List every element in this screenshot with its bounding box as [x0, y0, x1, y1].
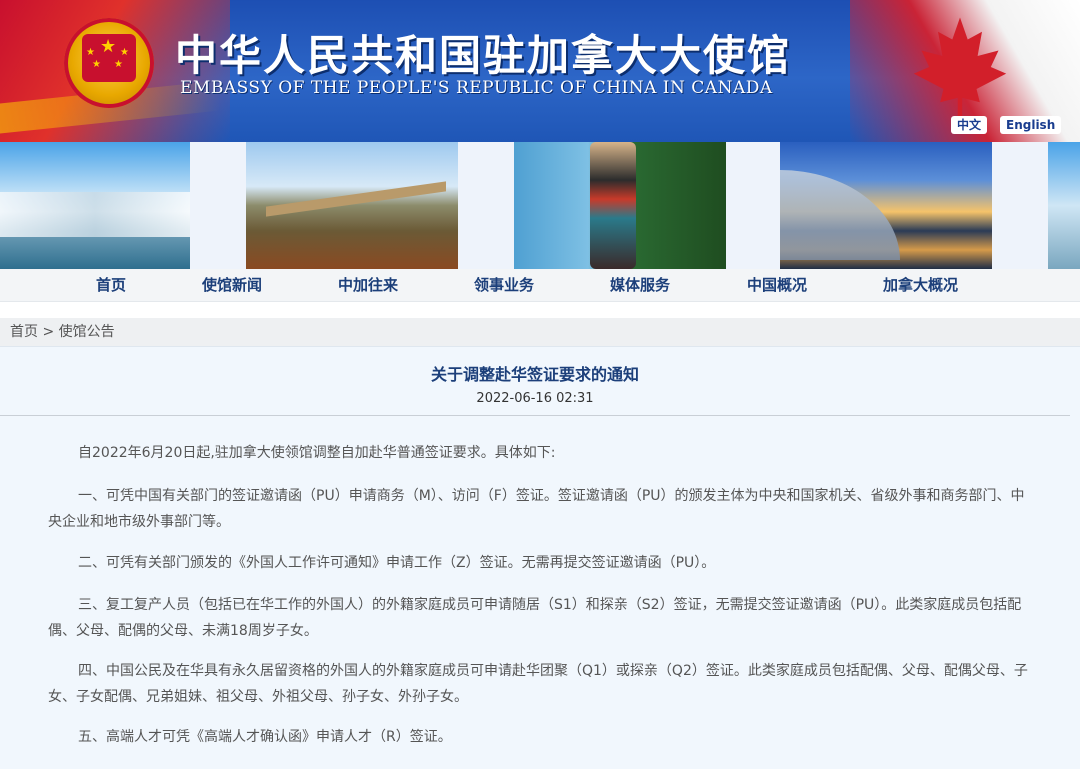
article-paragraph: 自2022年6月20日起,驻加拿大使领馆调整自加赴华普通签证要求。具体如下:	[78, 445, 556, 461]
maple-leaf-icon	[913, 17, 1007, 120]
article-paragraph: 五、高端人才可凭《高端人才确认函》申请人才（R）签证。	[78, 729, 452, 745]
article-paragraph: 二、可凭有关部门颁发的《外国人工作许可通知》申请工作（Z）签证。无需再提交签证邀…	[78, 555, 716, 571]
nav-item-china-canada-relations[interactable]: 中加往来	[338, 269, 398, 301]
photo-totem-pole	[514, 142, 726, 269]
nav-item-china-overview[interactable]: 中国概况	[747, 269, 807, 301]
photo-great-wall	[246, 142, 458, 269]
divider	[0, 415, 1070, 416]
header-banner: ★ ★ ★ ★ ★ 中华人民共和国驻加拿大大使馆 EMBASSY OF THE …	[0, 0, 1080, 142]
breadcrumb-current-link[interactable]: 使馆公告	[59, 324, 115, 340]
site-title-en: EMBASSY OF THE PEOPLE'S REPUBLIC OF CHIN…	[180, 78, 773, 98]
breadcrumb: 首页 > 使馆公告	[0, 318, 1080, 346]
photo-waterfall-edge	[1048, 142, 1080, 269]
article-paragraph: 四、中国公民及在华具有永久居留资格的外国人的外籍家庭成员可申请赴华团聚（Q1）或…	[48, 663, 1028, 705]
article-panel: 关于调整赴华签证要求的通知 2022-06-16 02:31 自2022年6月2…	[0, 346, 1080, 769]
nav-item-embassy-news[interactable]: 使馆新闻	[202, 269, 262, 301]
article-paragraph: 三、复工复产人员（包括已在华工作的外国人）的外籍家庭成员可申请随居（S1）和探亲…	[48, 597, 1022, 639]
photo-strip	[0, 142, 1080, 269]
photo-national-theatre	[780, 142, 992, 269]
main-nav: 首页 使馆新闻 中加往来 领事业务 媒体服务 中国概况 加拿大概况	[0, 269, 1080, 302]
article-paragraph: 一、可凭中国有关部门的签证邀请函（PU）申请商务（M）、访问（F）签证。签证邀请…	[48, 488, 1025, 530]
nav-item-canada-overview[interactable]: 加拿大概况	[883, 269, 958, 301]
spacer	[0, 302, 1080, 318]
national-emblem-icon: ★ ★ ★ ★ ★	[64, 18, 154, 108]
lang-english-button[interactable]: English	[1000, 116, 1062, 134]
breadcrumb-separator: >	[42, 324, 55, 340]
breadcrumb-home-link[interactable]: 首页	[10, 324, 38, 340]
photo-niagara-falls	[0, 142, 190, 269]
article-title: 关于调整赴华签证要求的通知	[430, 365, 639, 384]
lang-chinese-button[interactable]: 中文	[951, 116, 988, 134]
nav-item-consular-affairs[interactable]: 领事业务	[474, 269, 534, 301]
nav-item-home[interactable]: 首页	[96, 269, 126, 301]
nav-item-media-services[interactable]: 媒体服务	[610, 269, 670, 301]
site-title-cn: 中华人民共和国驻加拿大大使馆	[175, 31, 792, 80]
article-date: 2022-06-16 02:31	[476, 391, 594, 406]
